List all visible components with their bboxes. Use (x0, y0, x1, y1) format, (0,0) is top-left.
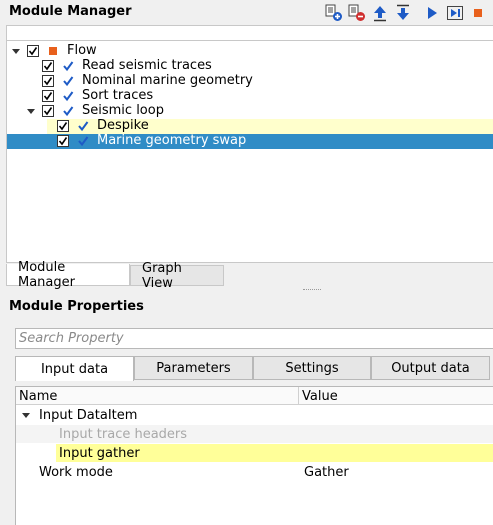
column-header-value[interactable]: Value (299, 387, 493, 405)
tree-item-flow[interactable]: Flow (7, 43, 493, 59)
enabled-check-icon (77, 134, 89, 148)
tree-item-label: Sort traces (82, 88, 154, 103)
stop-icon[interactable] (468, 3, 488, 23)
property-value[interactable]: Gather (304, 463, 349, 481)
flow-square-icon (47, 44, 59, 58)
enabled-check-icon (62, 74, 74, 88)
tab-module-manager[interactable]: Module Manager (6, 260, 130, 290)
flow-tree: Flow Read seismic traces Nominal marine … (6, 41, 493, 263)
property-row-input-trace-headers: Input trace headers (16, 425, 493, 443)
tree-item-sort-traces[interactable]: Sort traces (7, 88, 493, 104)
column-header-name[interactable]: Name (16, 387, 299, 405)
property-group-input-dataitem[interactable]: Input DataItem (16, 406, 493, 424)
checkbox[interactable] (42, 105, 54, 117)
enabled-check-icon (77, 119, 89, 133)
checkbox[interactable] (42, 90, 54, 102)
checkbox[interactable] (57, 120, 69, 132)
tree-item-seismic-loop[interactable]: Seismic loop (7, 103, 493, 119)
property-name: Input trace headers (59, 426, 188, 442)
add-module-icon[interactable] (324, 3, 344, 23)
panel-splitter[interactable] (303, 289, 321, 291)
tree-item-label: Marine geometry swap (97, 133, 247, 148)
search-property-field[interactable] (15, 328, 493, 349)
expand-arrow-icon[interactable] (27, 109, 35, 114)
tree-item-label: Seismic loop (82, 103, 164, 118)
enabled-check-icon (62, 104, 74, 118)
property-row-input-gather[interactable]: Input gather (56, 444, 493, 462)
expand-arrow-icon[interactable] (22, 413, 30, 418)
tree-item-label: Flow (67, 43, 97, 58)
module-manager-header-strip (6, 25, 493, 41)
checkbox[interactable] (27, 45, 39, 57)
property-row-work-mode[interactable]: Work mode Gather (16, 463, 493, 481)
tree-item-read-seismic-traces[interactable]: Read seismic traces (7, 58, 493, 74)
move-down-icon[interactable] (393, 3, 413, 23)
tab-input-data[interactable]: Input data (15, 356, 134, 381)
tree-item-nominal-marine-geometry[interactable]: Nominal marine geometry (7, 73, 493, 89)
checkbox[interactable] (42, 60, 54, 72)
tree-item-label: Read seismic traces (82, 58, 212, 73)
tab-output-data[interactable]: Output data (371, 356, 490, 380)
enabled-check-icon (62, 59, 74, 73)
expand-arrow-icon[interactable] (12, 49, 20, 54)
run-icon[interactable] (422, 3, 442, 23)
module-properties-title: Module Properties (9, 299, 144, 314)
property-name: Work mode (39, 464, 113, 480)
search-input[interactable] (16, 329, 493, 348)
tab-settings[interactable]: Settings (253, 356, 371, 380)
enabled-check-icon (62, 89, 74, 103)
tab-parameters[interactable]: Parameters (134, 356, 253, 380)
tab-graph-view[interactable]: Graph View (130, 261, 224, 291)
property-name: Input DataItem (39, 407, 138, 423)
step-icon[interactable] (445, 3, 465, 23)
property-table: Name Value Input DataItem Input trace he… (15, 386, 493, 525)
move-up-icon[interactable] (370, 3, 390, 23)
module-toolbar (324, 3, 491, 23)
table-header: Name Value (16, 387, 493, 405)
tree-item-label: Despike (97, 118, 149, 133)
checkbox[interactable] (57, 135, 69, 147)
checkbox[interactable] (42, 75, 54, 87)
tree-item-despike[interactable]: Despike (47, 118, 493, 134)
tree-item-label: Nominal marine geometry (82, 73, 253, 88)
tree-item-marine-geometry-swap[interactable]: Marine geometry swap (7, 133, 493, 149)
remove-module-icon[interactable] (347, 3, 367, 23)
property-name: Input gather (59, 445, 140, 461)
module-manager-title: Module Manager (9, 4, 132, 19)
